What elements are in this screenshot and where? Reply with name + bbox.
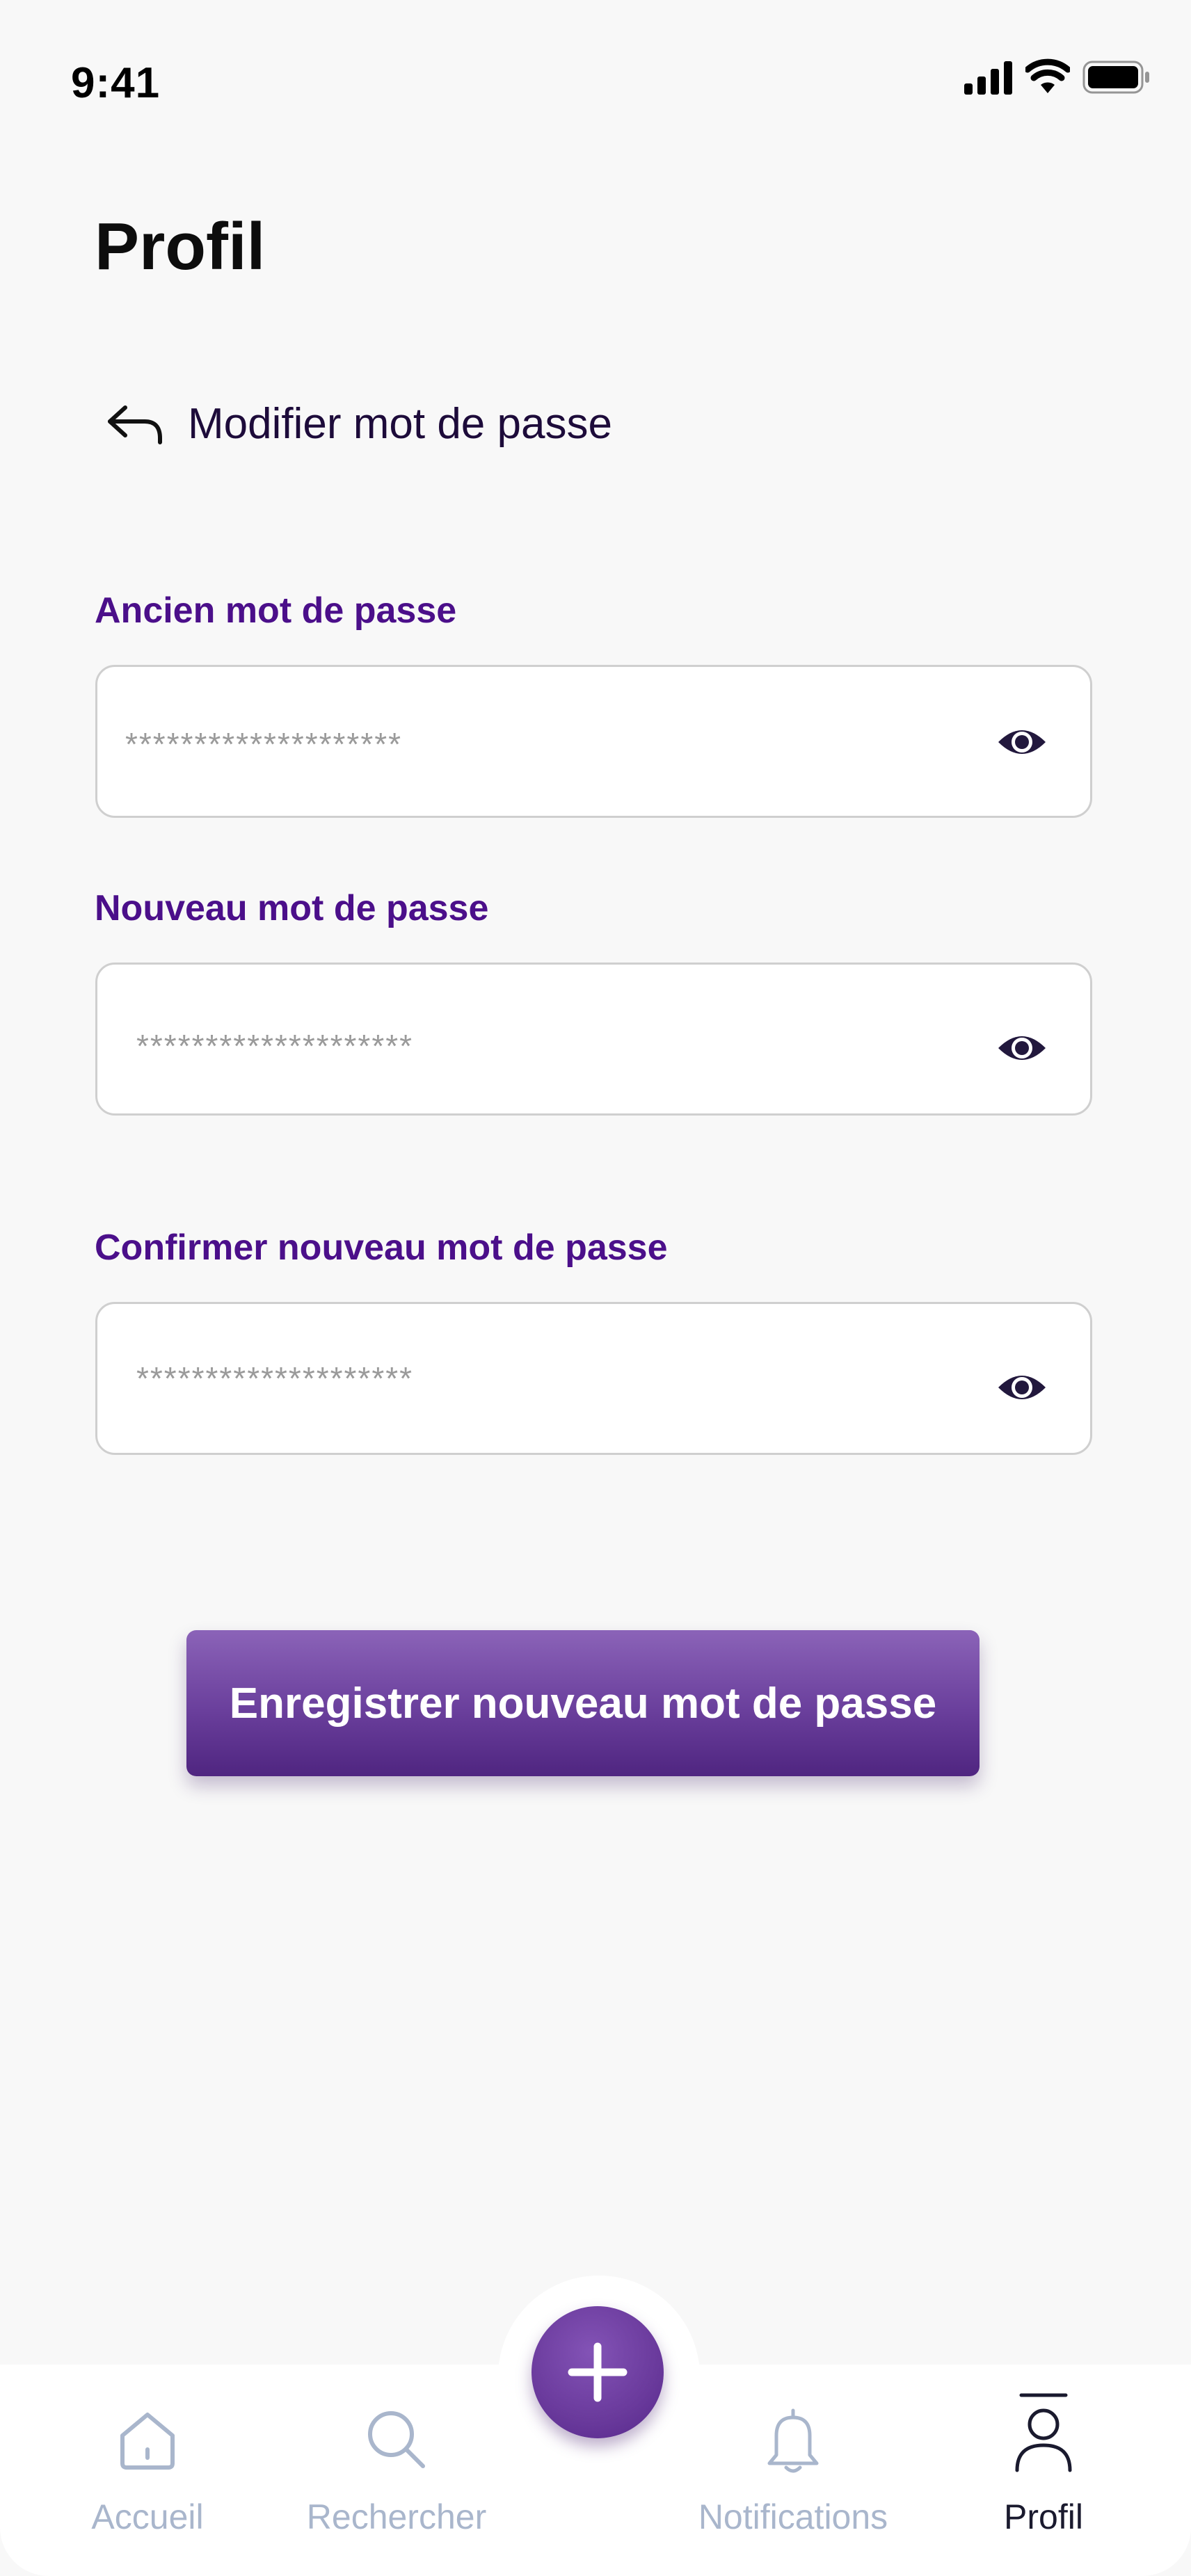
back-arrow-icon bbox=[108, 405, 162, 444]
wifi-icon bbox=[1025, 58, 1070, 93]
cellular-signal-icon bbox=[964, 61, 1012, 95]
screen: 9:41 Profil Modifier mot de passe Ancien… bbox=[0, 0, 1191, 2576]
nav-label-profil: Profil bbox=[1004, 2497, 1083, 2536]
plus-icon bbox=[568, 2342, 628, 2402]
back-label: Modifier mot de passe bbox=[188, 400, 612, 448]
confirm-password-field[interactable] bbox=[95, 1302, 1092, 1455]
bell-icon bbox=[767, 2408, 819, 2473]
nav-label-accueil: Accueil bbox=[91, 2497, 204, 2536]
eye-icon[interactable] bbox=[996, 1365, 1048, 1410]
old-password-input[interactable] bbox=[124, 709, 961, 780]
eye-icon[interactable] bbox=[996, 1026, 1048, 1070]
status-time: 9:41 bbox=[71, 59, 161, 107]
home-icon bbox=[120, 2413, 175, 2470]
old-password-label: Ancien mot de passe bbox=[95, 590, 457, 631]
confirm-password-input[interactable] bbox=[135, 1343, 973, 1414]
battery-icon bbox=[1082, 61, 1149, 94]
nav-label-notifications: Notifications bbox=[698, 2497, 888, 2536]
new-password-field[interactable] bbox=[95, 963, 1092, 1116]
nav-label-rechercher: Rechercher bbox=[306, 2497, 487, 2536]
save-password-button[interactable]: Enregistrer nouveau mot de passe bbox=[186, 1630, 980, 1776]
old-password-field[interactable] bbox=[95, 665, 1092, 818]
eye-icon[interactable] bbox=[996, 720, 1048, 764]
new-password-input[interactable] bbox=[135, 1011, 973, 1081]
nav-item-rechercher[interactable]: Rechercher bbox=[299, 2392, 494, 2552]
nav-item-profil[interactable]: Profil bbox=[974, 2392, 1113, 2552]
status-icons bbox=[960, 57, 1155, 99]
add-button[interactable] bbox=[531, 2306, 664, 2438]
search-icon bbox=[368, 2411, 425, 2468]
page-title: Profil bbox=[95, 209, 266, 284]
back-button[interactable]: Modifier mot de passe bbox=[104, 396, 730, 452]
confirm-password-label: Confirmer nouveau mot de passe bbox=[95, 1227, 668, 1268]
nav-item-notifications[interactable]: Notifications bbox=[689, 2392, 897, 2552]
new-password-label: Nouveau mot de passe bbox=[95, 888, 489, 928]
user-icon bbox=[1015, 2393, 1072, 2472]
nav-item-accueil[interactable]: Accueil bbox=[78, 2392, 217, 2552]
